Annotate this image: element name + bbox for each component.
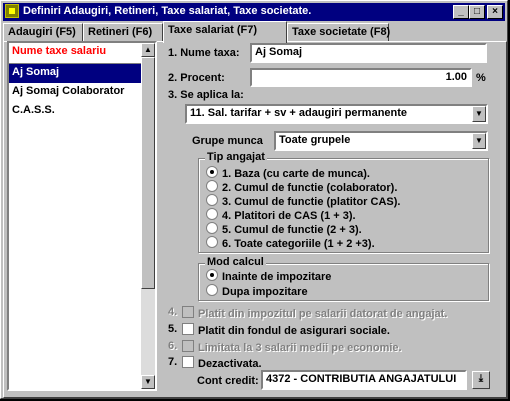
close-button[interactable]: ×	[487, 5, 503, 19]
tip-option-4[interactable]: 4. Platitori de CAS (1 + 3).	[206, 208, 356, 222]
opt4-number: 4.	[168, 306, 178, 318]
checkbox-icon	[182, 306, 194, 318]
procent-unit: %	[476, 72, 486, 84]
list-item[interactable]: C.A.S.S.	[9, 102, 155, 121]
nume-input[interactable]: Aj Somaj	[250, 43, 487, 63]
aplica-label: 3. Se aplica la:	[168, 89, 244, 101]
mod-option-1[interactable]: Inainte de impozitare	[206, 269, 331, 283]
checkbox-icon	[182, 356, 194, 368]
tip-angajat-title: Tip angajat	[205, 151, 267, 163]
tip-option-5[interactable]: 5. Cumul de functie (2 + 3).	[206, 222, 362, 236]
procent-input[interactable]: 1.00	[250, 68, 472, 87]
mod-calcul-title: Mod calcul	[205, 256, 266, 268]
grupe-value: Toate grupele	[279, 134, 351, 146]
list-header: Nume taxe salariu	[9, 43, 155, 64]
scroll-up-icon[interactable]: ▲	[141, 43, 155, 57]
title-bar: Definiri Adaugiri, Retineri, Taxe salari…	[3, 3, 505, 21]
chevron-down-icon[interactable]: ▼	[472, 106, 486, 122]
opt5-checkbox[interactable]: Platit din fondul de asigurari sociale.	[182, 323, 390, 337]
opt7-checkbox[interactable]: Dezactivata.	[182, 356, 262, 370]
grupe-label: Grupe munca	[192, 135, 263, 147]
opt6-number: 6.	[168, 340, 178, 352]
aplica-select[interactable]: 11. Sal. tarifar + sv + adaugiri permane…	[185, 104, 488, 124]
radio-icon	[206, 222, 218, 234]
checkbox-icon	[182, 323, 194, 335]
procent-label: 2. Procent:	[168, 72, 225, 84]
grupe-select[interactable]: Toate grupele ▼	[274, 131, 488, 151]
lookup-down-icon[interactable]: ⤓	[472, 371, 490, 389]
taxe-list[interactable]: Nume taxe salariu Aj Somaj Aj Somaj Cola…	[7, 41, 157, 391]
radio-icon	[206, 284, 218, 296]
scroll-thumb[interactable]	[141, 57, 155, 289]
mod-option-2[interactable]: Dupa impozitare	[206, 284, 308, 298]
list-item[interactable]: Aj Somaj	[9, 64, 155, 83]
checkbox-icon	[182, 340, 194, 352]
nume-label: 1. Nume taxa:	[168, 47, 240, 59]
aplica-value: 11. Sal. tarifar + sv + adaugiri permane…	[190, 107, 408, 119]
minimize-button[interactable]: _	[453, 5, 469, 19]
window-title: Definiri Adaugiri, Retineri, Taxe salari…	[23, 5, 312, 17]
list-scrollbar[interactable]: ▲ ▼	[141, 43, 155, 389]
app-icon	[5, 4, 19, 18]
radio-icon	[206, 208, 218, 220]
opt5-number: 5.	[168, 323, 178, 335]
radio-icon	[206, 269, 218, 281]
main-window: Definiri Adaugiri, Retineri, Taxe salari…	[0, 0, 508, 399]
radio-icon	[206, 166, 218, 178]
chevron-down-icon[interactable]: ▼	[472, 133, 486, 149]
opt6-checkbox: Limitata la 3 salarii medii pe economie.	[182, 340, 402, 354]
list-item[interactable]: Aj Somaj Colaborator	[9, 83, 155, 102]
maximize-button[interactable]: □	[469, 5, 485, 19]
tip-option-3[interactable]: 3. Cumul de functie (platitor CAS).	[206, 194, 400, 208]
cont-input[interactable]: 4372 - CONTRIBUTIA ANGAJATULUI	[261, 370, 467, 390]
scroll-track[interactable]	[141, 289, 155, 375]
opt4-checkbox: Platit din impozitul pe salarii datorat …	[182, 306, 447, 320]
tab-retineri[interactable]: Retineri (F6)	[83, 23, 163, 41]
tab-adaugiri[interactable]: Adaugiri (F5)	[3, 23, 83, 41]
opt7-number: 7.	[168, 356, 178, 368]
radio-icon	[206, 194, 218, 206]
tip-option-6[interactable]: 6. Toate categoriile (1 + 2 +3).	[206, 236, 375, 250]
tab-taxe-societate[interactable]: Taxe societate (F8)	[287, 23, 390, 41]
tip-option-1[interactable]: 1. Baza (cu carte de munca).	[206, 166, 370, 180]
tip-option-2[interactable]: 2. Cumul de functie (colaborator).	[206, 180, 397, 194]
cont-label: Cont credit:	[197, 375, 259, 387]
scroll-down-icon[interactable]: ▼	[141, 375, 155, 389]
radio-icon	[206, 180, 218, 192]
tab-taxe-salariat[interactable]: Taxe salariat (F7)	[163, 21, 287, 43]
radio-icon	[206, 236, 218, 248]
